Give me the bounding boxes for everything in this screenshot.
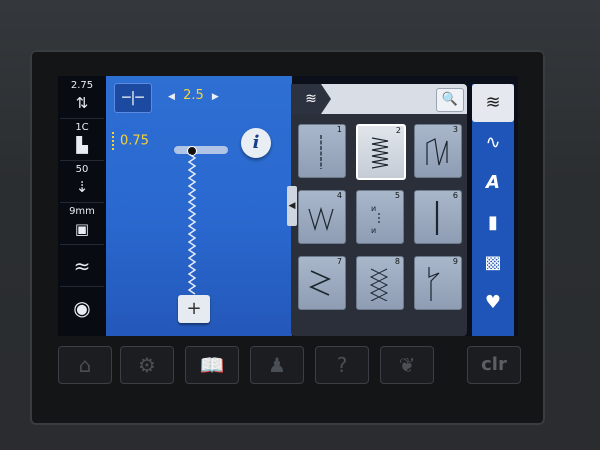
stitch-number: 1 bbox=[336, 125, 342, 134]
vari-overlock-icon bbox=[426, 138, 448, 166]
stitch-width-control[interactable]: ◀ 2.5 ▶ bbox=[166, 88, 221, 103]
right-toolbar: ≋ ∿ A ▮ ▩ ♥ bbox=[472, 84, 514, 336]
running-stitch-icon bbox=[308, 206, 334, 232]
tutorial-button[interactable]: 📖 bbox=[185, 346, 239, 384]
basting-stitch-icon: ии bbox=[371, 204, 380, 235]
bobbin-button[interactable]: ◉ bbox=[60, 288, 104, 328]
stitch-number: 2 bbox=[395, 126, 401, 135]
panel-collapse-handle[interactable]: ◀ bbox=[287, 186, 297, 226]
home-icon: ⌂ bbox=[78, 353, 92, 377]
decorative-stitches-button[interactable]: ∿ bbox=[472, 124, 514, 162]
tension-icon: ⇅ bbox=[75, 94, 89, 112]
personal-program-icon: ♥ bbox=[484, 292, 502, 313]
stitch-length-control[interactable]: 0.75 bbox=[112, 132, 149, 150]
stitch-number: 9 bbox=[452, 257, 458, 266]
stitch-button-7[interactable]: 7 bbox=[298, 256, 346, 310]
bobbin-icon: ◉ bbox=[73, 296, 91, 320]
tension-value: 2.75 bbox=[70, 80, 94, 91]
stitch-number: 5 bbox=[394, 191, 400, 200]
presser-pressure-icon: ⇣ bbox=[75, 178, 89, 196]
svg-text:и: и bbox=[371, 226, 376, 235]
zigzag-stitch-icon bbox=[371, 137, 389, 169]
stitch-number: 7 bbox=[336, 257, 342, 266]
alphabets-icon: A bbox=[486, 172, 500, 193]
stitch-grid: 1 2 3 4 5 ии 6 7 8 9 bbox=[298, 124, 464, 334]
stitch-button-3[interactable]: 3 bbox=[414, 124, 462, 178]
personal-program-button[interactable]: ♥ bbox=[472, 284, 514, 322]
buttonholes-icon: ▮ bbox=[488, 212, 498, 233]
quilt-stitches-icon: ▩ bbox=[484, 252, 502, 273]
stitch-number: 8 bbox=[394, 257, 400, 266]
search-button[interactable]: 🔍 bbox=[436, 88, 464, 112]
setup-button[interactable]: ⚙ bbox=[120, 346, 174, 384]
stitch-button-1[interactable]: 1 bbox=[298, 124, 346, 178]
help-icon: ? bbox=[336, 353, 348, 377]
honeycomb-stitch-icon bbox=[369, 268, 389, 301]
width-decrease-icon[interactable]: ◀ bbox=[168, 92, 175, 102]
triple-zigzag-icon bbox=[309, 270, 331, 296]
needle-position-bar bbox=[174, 146, 228, 154]
practical-stitches-icon: ≋ bbox=[485, 92, 501, 113]
stitch-button-4[interactable]: 4 bbox=[298, 190, 346, 244]
stitch-width-value: 2.5 bbox=[183, 88, 204, 103]
needle-plate-button[interactable]: 9mm ▣ bbox=[60, 204, 104, 245]
svg-text:и: и bbox=[371, 204, 376, 213]
stitch-button-8[interactable]: 8 bbox=[356, 256, 404, 310]
stitch-settings-area: ─|─ ◀ 2.5 ▶ 0.75 i + bbox=[106, 76, 292, 336]
width-increase-icon[interactable]: ▶ bbox=[212, 92, 219, 102]
stitch-button-9[interactable]: 9 bbox=[414, 256, 462, 310]
touch-screen: 2.75 ⇅ 1C ▙ 50 ⇣ 9mm ▣ ≈ ◉ ─|─ ◀ 2.5 ▶ 0… bbox=[58, 76, 518, 336]
straight-stitch-icon bbox=[320, 135, 322, 169]
alphabets-button[interactable]: A bbox=[472, 164, 514, 202]
add-stitch-button[interactable]: + bbox=[178, 295, 210, 323]
presser-pressure-button[interactable]: 50 ⇣ bbox=[60, 162, 104, 203]
needle-position-button[interactable]: ─|─ bbox=[114, 83, 152, 113]
stitch-number: 6 bbox=[452, 191, 458, 200]
clear-button[interactable]: clr bbox=[467, 346, 521, 384]
creative-consultant-button[interactable]: ♟ bbox=[250, 346, 304, 384]
blind-stitch-icon bbox=[428, 267, 440, 301]
stitch-number: 3 bbox=[452, 125, 458, 134]
feed-dog-icon: ≈ bbox=[73, 254, 91, 278]
stitch-button-6[interactable]: 6 bbox=[414, 190, 462, 244]
eco-button[interactable]: ❦ bbox=[380, 346, 434, 384]
needle-plate-value: 9mm bbox=[69, 206, 95, 217]
stitch-button-2[interactable]: 2 bbox=[356, 124, 406, 180]
presser-foot-button[interactable]: 1C ▙ bbox=[60, 120, 104, 161]
presser-foot-value: 1C bbox=[75, 122, 89, 133]
tutorial-icon: 📖 bbox=[199, 353, 225, 377]
needle-plate-icon: ▣ bbox=[74, 220, 90, 238]
clear-label: clr bbox=[481, 354, 507, 375]
feed-dog-button[interactable]: ≈ bbox=[60, 246, 104, 287]
creative-consultant-icon: ♟ bbox=[268, 353, 286, 377]
length-indicator-icon bbox=[112, 132, 116, 150]
eco-icon: ❦ bbox=[398, 353, 416, 377]
setup-icon: ⚙ bbox=[138, 353, 156, 377]
left-toolbar: 2.75 ⇅ 1C ▙ 50 ⇣ 9mm ▣ ≈ ◉ bbox=[58, 76, 106, 336]
triple-straight-icon bbox=[435, 201, 439, 235]
stitch-length-value: 0.75 bbox=[120, 133, 149, 149]
presser-foot-icon: ▙ bbox=[76, 136, 88, 154]
stitch-button-5[interactable]: 5 ии bbox=[356, 190, 404, 244]
info-button[interactable]: i bbox=[241, 128, 271, 158]
quilt-stitches-button[interactable]: ▩ bbox=[472, 244, 514, 282]
practical-stitches-button[interactable]: ≋ bbox=[472, 84, 514, 122]
help-button[interactable]: ? bbox=[315, 346, 369, 384]
decorative-stitches-icon: ∿ bbox=[485, 132, 501, 153]
presser-pressure-value: 50 bbox=[75, 164, 89, 175]
stitch-preview bbox=[187, 154, 197, 295]
buttonholes-button[interactable]: ▮ bbox=[472, 204, 514, 242]
thread-tension-button[interactable]: 2.75 ⇅ bbox=[60, 78, 104, 119]
search-icon: 🔍 bbox=[441, 92, 459, 107]
stitch-number: 4 bbox=[336, 191, 342, 200]
home-button[interactable]: ⌂ bbox=[58, 346, 112, 384]
